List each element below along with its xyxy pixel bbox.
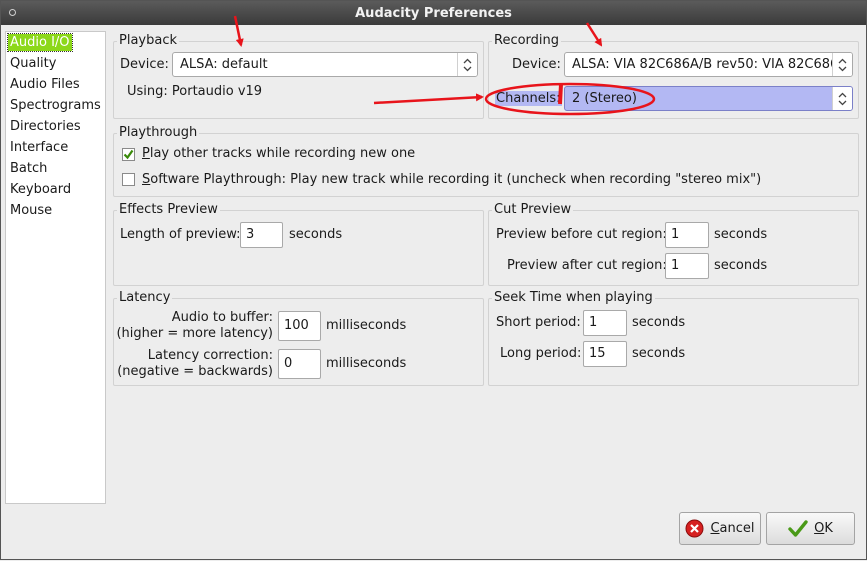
channels-label: Channels: xyxy=(495,91,562,106)
audio-buffer-label: Audio to buffer: (higher = more latency) xyxy=(116,310,273,342)
playback-device-value: ALSA: default xyxy=(180,57,268,72)
long-period-value: 15 xyxy=(589,346,606,361)
playthrough-group: Playthrough xyxy=(113,125,859,197)
latency-correction-label-line1: Latency correction: xyxy=(147,348,273,363)
play-other-tracks-checkbox[interactable] xyxy=(122,148,135,161)
sidebar-item-spectrograms[interactable]: Spectrograms xyxy=(6,95,105,116)
portaudio-version-text: Using: Portaudio v19 xyxy=(127,84,263,99)
recording-device-value: ALSA: VIA 82C686A/B rev50: VIA 82C686 xyxy=(572,57,839,72)
preview-after-value: 1 xyxy=(671,258,680,273)
sidebar-item-interface[interactable]: Interface xyxy=(6,137,105,158)
long-period-input[interactable]: 15 xyxy=(583,341,627,367)
preview-length-label: Length of preview: xyxy=(120,227,241,242)
audio-buffer-value: 100 xyxy=(284,318,309,333)
audio-buffer-label-line1: Audio to buffer: xyxy=(171,310,273,325)
latency-correction-input[interactable]: 0 xyxy=(278,349,321,379)
sidebar-item-label: Interface xyxy=(10,140,69,155)
preview-before-unit: seconds xyxy=(714,227,768,242)
playback-device-select[interactable]: ALSA: default xyxy=(172,52,478,77)
updown-chevron-icon xyxy=(457,53,477,76)
sidebar-item-label: Mouse xyxy=(10,203,53,218)
recording-device-select[interactable]: ALSA: VIA 82C686A/B rev50: VIA 82C686 xyxy=(564,52,853,77)
preview-after-input[interactable]: 1 xyxy=(665,253,709,279)
window-menu-icon[interactable] xyxy=(9,9,16,16)
short-period-unit: seconds xyxy=(632,315,686,330)
cancel-button-label: Cancel xyxy=(710,521,755,536)
channels-value: 2 (Stereo) xyxy=(572,91,637,106)
cut-preview-group-title: Cut Preview xyxy=(492,202,574,217)
preview-length-unit: seconds xyxy=(289,227,343,242)
checkmark-icon xyxy=(123,149,134,160)
playback-group-title: Playback xyxy=(117,33,180,48)
play-other-tracks-label[interactable]: Play other tracks while recording new on… xyxy=(142,146,415,161)
playback-device-label: Device: xyxy=(120,57,169,72)
recording-device-label: Device: xyxy=(512,57,561,72)
preview-before-label: Preview before cut region: xyxy=(496,227,667,242)
sidebar-item-label: Keyboard xyxy=(10,182,72,197)
ok-button-label: OK xyxy=(814,521,833,536)
playthrough-group-title: Playthrough xyxy=(117,125,200,140)
recording-group-title: Recording xyxy=(492,33,562,48)
updown-chevron-icon xyxy=(832,53,852,76)
sidebar-item-label: Directories xyxy=(10,119,81,134)
short-period-input[interactable]: 1 xyxy=(583,310,627,336)
sidebar-item-label: Audio Files xyxy=(10,77,80,92)
preferences-window: Audacity Preferences Audio I/O Quality A… xyxy=(0,0,867,560)
ok-button[interactable]: OK xyxy=(766,512,855,545)
seek-time-group: Seek Time when playing xyxy=(488,290,859,386)
seek-time-group-title: Seek Time when playing xyxy=(492,290,655,305)
audio-buffer-label-line2: (higher = more latency) xyxy=(116,326,273,341)
sidebar-item-label: Quality xyxy=(10,56,57,71)
channels-select[interactable]: 2 (Stereo) xyxy=(564,86,853,111)
preview-length-input[interactable]: 3 xyxy=(240,222,283,248)
latency-correction-label-line2: (negative = backwards) xyxy=(117,364,273,379)
sidebar-item-label: Audio I/O xyxy=(7,33,73,52)
preview-after-unit: seconds xyxy=(714,258,768,273)
latency-correction-label: Latency correction: (negative = backward… xyxy=(116,348,273,380)
long-period-label: Long period: xyxy=(500,346,582,361)
sidebar-item-audio-io[interactable]: Audio I/O xyxy=(6,32,105,53)
sidebar-item-audio-files[interactable]: Audio Files xyxy=(6,74,105,95)
sidebar-item-mouse[interactable]: Mouse xyxy=(6,200,105,221)
window-title: Audacity Preferences xyxy=(355,5,512,21)
latency-correction-unit: milliseconds xyxy=(326,356,407,371)
sidebar-item-label: Spectrograms xyxy=(10,98,101,113)
effects-preview-group: Effects Preview xyxy=(113,202,484,286)
long-period-unit: seconds xyxy=(632,346,686,361)
preview-before-input[interactable]: 1 xyxy=(665,222,709,248)
latency-group-title: Latency xyxy=(117,290,173,305)
effects-preview-group-title: Effects Preview xyxy=(117,202,220,217)
updown-chevron-icon xyxy=(832,87,852,110)
ok-check-icon xyxy=(788,519,808,537)
preview-before-value: 1 xyxy=(671,227,680,242)
short-period-label: Short period: xyxy=(496,315,581,330)
latency-correction-value: 0 xyxy=(284,356,293,371)
sidebar-item-directories[interactable]: Directories xyxy=(6,116,105,137)
sidebar-item-batch[interactable]: Batch xyxy=(6,158,105,179)
preview-after-label: Preview after cut region: xyxy=(507,258,667,273)
cancel-button[interactable]: Cancel xyxy=(679,512,761,545)
sidebar-item-quality[interactable]: Quality xyxy=(6,53,105,74)
title-bar[interactable]: Audacity Preferences xyxy=(1,1,866,25)
sidebar-item-keyboard[interactable]: Keyboard xyxy=(6,179,105,200)
sidebar-item-label: Batch xyxy=(10,161,48,176)
cancel-x-icon xyxy=(685,519,704,538)
audio-buffer-unit: milliseconds xyxy=(326,318,407,333)
software-playthrough-label[interactable]: Software Playthrough: Play new track whi… xyxy=(142,172,761,187)
audio-buffer-input[interactable]: 100 xyxy=(278,311,321,341)
software-playthrough-checkbox[interactable] xyxy=(122,173,135,186)
preview-length-value: 3 xyxy=(246,227,255,242)
short-period-value: 1 xyxy=(589,315,598,330)
preferences-category-list[interactable]: Audio I/O Quality Audio Files Spectrogra… xyxy=(5,31,106,504)
